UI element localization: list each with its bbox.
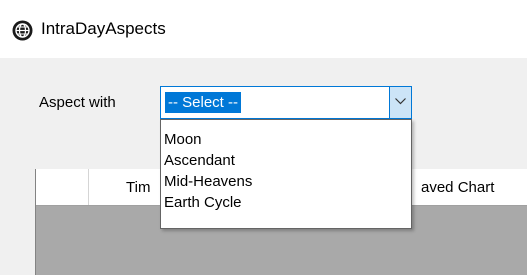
column-header-saved-chart[interactable]: aved Chart: [421, 179, 494, 196]
title-bar: IntraDayAspects: [0, 0, 527, 58]
combo-dropdown-button[interactable]: [389, 87, 411, 118]
window-title: IntraDayAspects: [41, 19, 166, 38]
aspect-dropdown-list: Moon Ascendant Mid-Heavens Earth Cycle: [160, 119, 412, 229]
dropdown-option-earth-cycle[interactable]: Earth Cycle: [164, 193, 242, 213]
dropdown-option-ascendant[interactable]: Ascendant: [164, 151, 235, 171]
aspect-combo-box[interactable]: -- Select --: [160, 86, 412, 119]
combo-selected-value[interactable]: -- Select --: [165, 92, 242, 113]
app-globe-icon[interactable]: [12, 20, 33, 41]
column-separator[interactable]: [88, 169, 89, 205]
aspect-with-label: Aspect with: [39, 94, 116, 111]
column-header-time[interactable]: Tim: [126, 179, 150, 196]
dropdown-option-moon[interactable]: Moon: [164, 130, 202, 150]
chevron-down-icon: [395, 98, 406, 105]
dropdown-option-mid-heavens[interactable]: Mid-Heavens: [164, 172, 252, 192]
